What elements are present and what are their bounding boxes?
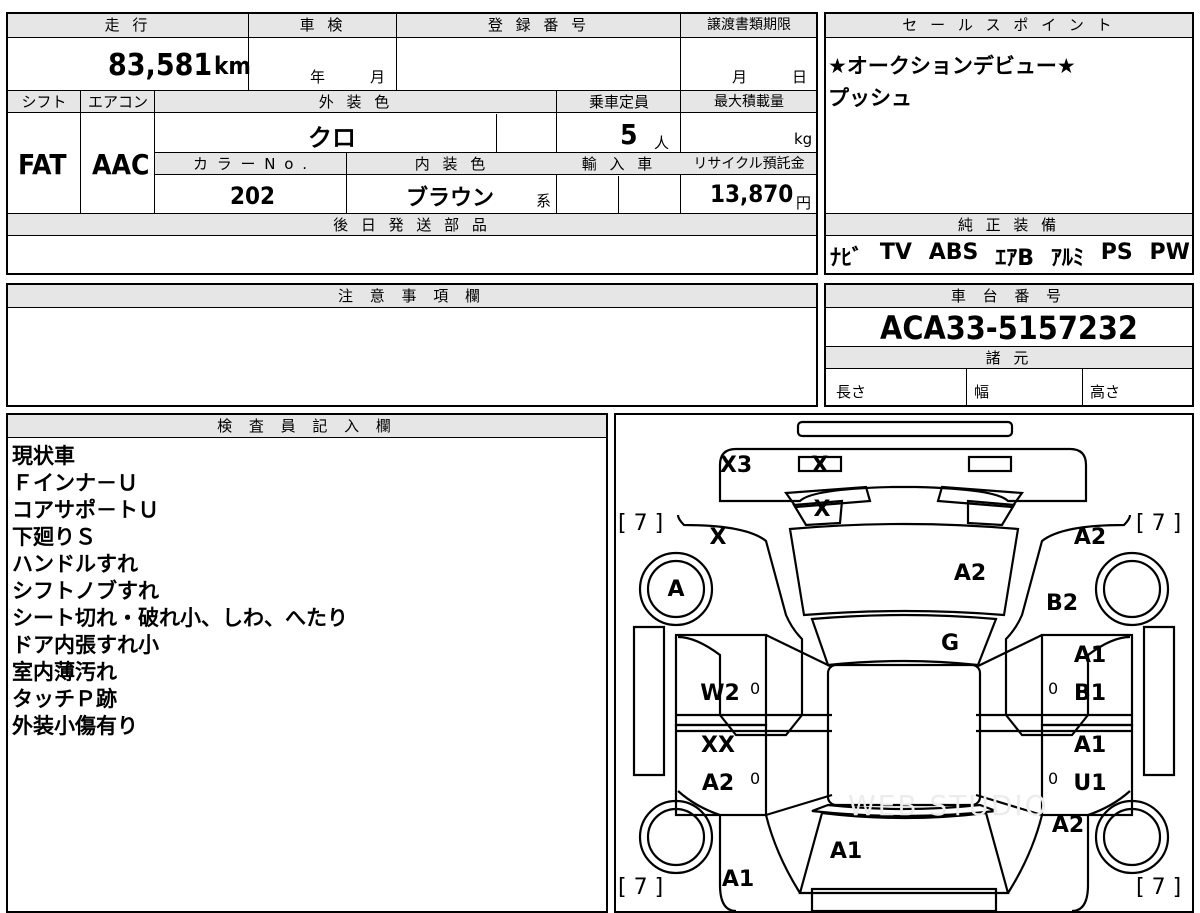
equipment-item-ps: PS [1100, 240, 1133, 265]
code-right-front-door-b: B1 [1073, 681, 1107, 706]
equipment-item-airbag: ｴｱB [995, 246, 1035, 271]
chassis-label: 車 台 番 号 [826, 285, 1192, 308]
code-grille: X [811, 453, 829, 478]
inspection-year-unit: 年 [310, 68, 326, 86]
tire-mark-rear-right: [ 7 ] [1136, 875, 1182, 900]
code-left-rear-door-b: A2 [701, 771, 735, 796]
code-right-front-door-a: A1 [1073, 643, 1107, 668]
door-mark: 0 [1048, 679, 1059, 698]
chassis-box: 車 台 番 号 ACA33-5157232 諸 元 長さ 幅 高さ [824, 283, 1194, 407]
inspector-notes-list: 現状車 Ｆインナ－Ｕ コアサポ－トＵ 下廻りＳ ハンドルすれ シフトノブすれ シ… [12, 443, 348, 740]
notes-box: 注 意 事 項 欄 [6, 283, 818, 407]
inspector-note: コアサポ－トＵ [12, 498, 159, 522]
sales-point-line2: プッシュ [828, 86, 912, 110]
inspector-note: 外装小傷有り [12, 714, 138, 738]
color-no-value: 202 [230, 182, 276, 210]
registration-label: 登 録 番 号 [487, 16, 591, 34]
inspector-note: タッチＰ跡 [12, 687, 117, 711]
code-right-rear-door-b: U1 [1073, 771, 1107, 796]
inspector-note: ハンドルすれ [12, 552, 138, 576]
inspector-note: シート切れ・破れ小、しわ、へたり [12, 606, 348, 630]
watermark: WEB STUDIO [848, 789, 1049, 822]
ac-value: AAC [92, 148, 150, 181]
code-front-right-fender: A2 [1073, 525, 1107, 550]
notes-label: 注 意 事 項 欄 [8, 285, 816, 308]
door-mark: 0 [1048, 769, 1059, 788]
max-load-unit: kg [794, 130, 813, 148]
later-parts-label: 後 日 発 送 部 品 [333, 216, 491, 234]
capacity-unit: 人 [654, 134, 670, 152]
capacity-label: 乗車定員 [588, 93, 649, 111]
equipment-list: ﾅﾋﾞ TV ABS ｴｱB ｱﾙﾐ PS PW [830, 240, 1190, 272]
max-load-label: 最大積載量 [714, 94, 784, 110]
code-left-rear-door-a: XX [701, 733, 735, 758]
capacity-value: 5 [620, 118, 638, 151]
sales-point-line1: ★オークションデビュー★ [828, 54, 1076, 78]
inspector-box: 検 査 員 記 入 欄 現状車 Ｆインナ－Ｕ コアサポ－トＵ 下廻りＳ ハンドル… [6, 413, 608, 913]
inspector-label: 検 査 員 記 入 欄 [8, 415, 606, 438]
door-mark: 0 [750, 679, 761, 698]
sales-point-label: セ ー ル ス ポ イ ン ト [902, 16, 1116, 34]
equipment-item-navi: ﾅﾋﾞ [830, 246, 864, 271]
code-front-bumper: X3 [719, 453, 753, 478]
length-label: 長さ [836, 383, 867, 401]
equipment-item-tv: TV [879, 240, 912, 265]
chassis-number: ACA33-5157232 [880, 309, 1138, 347]
car-damage-diagram: [ 7 ] [ 7 ] [ 7 ] [ 7 ] 0 0 0 0 X3 X X X… [614, 413, 1194, 913]
recycle-unit: 円 [796, 194, 812, 212]
inspector-note: Ｆインナ－Ｕ [12, 471, 138, 495]
code-front-left-wheel: A [667, 577, 685, 602]
door-mark: 0 [750, 769, 761, 788]
equipment-item-abs: ABS [928, 240, 979, 265]
exterior-color-label: 外 装 色 [318, 93, 394, 111]
inspection-month-unit: 月 [370, 68, 386, 86]
code-rear-bumper-left: A1 [721, 867, 755, 892]
code-windshield: G [940, 631, 960, 656]
shift-label: シフト [21, 93, 67, 111]
transfer-deadline-label: 譲渡書類期限 [707, 17, 791, 33]
shift-value: FAT [18, 148, 67, 181]
inspector-note: ドア内張すれ小 [12, 633, 159, 657]
code-front-right-area: B2 [1045, 591, 1079, 616]
code-hood: A2 [953, 561, 987, 586]
transfer-month-unit: 月 [732, 68, 748, 86]
code-right-rear-door-a: A1 [1073, 733, 1107, 758]
width-label: 幅 [974, 383, 990, 401]
inspector-note: 下廻りＳ [12, 525, 96, 549]
height-label: 高さ [1090, 383, 1121, 401]
code-hood-emblem: X [813, 497, 831, 522]
import-label: 輸 入 車 [581, 155, 657, 173]
equipment-label: 純 正 装 備 [957, 216, 1061, 234]
inspector-note: 現状車 [12, 444, 75, 468]
inspection-label: 車 検 [299, 16, 347, 34]
transfer-day-unit: 日 [792, 68, 808, 86]
tire-mark-rear-left: [ 7 ] [618, 875, 664, 900]
mileage-value: 83,581 [108, 48, 213, 83]
recycle-label: リサイクル預託金 [693, 156, 805, 172]
exterior-color-value: クロ [308, 124, 356, 152]
inspector-note: 室内薄汚れ [12, 660, 117, 684]
mileage-unit: km [214, 52, 251, 80]
sales-point-box: セ ー ル ス ポ イ ン ト ★オークションデビュー★ プッシュ 純 正 装 … [824, 12, 1194, 275]
color-no-label: カ ラ ー N o . [192, 155, 309, 173]
specs-label: 諸 元 [985, 349, 1033, 367]
interior-color-value: ブラウン [406, 186, 495, 211]
code-front-left-fender: X [709, 525, 727, 550]
tire-mark-front-right: [ 7 ] [1136, 511, 1182, 536]
interior-color-label: 内 装 色 [414, 155, 490, 173]
equipment-item-alloy: ｱﾙﾐ [1050, 246, 1084, 271]
inspector-note: シフトノブすれ [12, 579, 159, 603]
vehicle-info-grid: 走 行 車 検 登 録 番 号 譲渡書類期限 83,581 km 年 月 月 日… [6, 12, 818, 275]
ac-label: エアコン [87, 93, 148, 111]
interior-color-suffix: 系 [536, 192, 552, 210]
recycle-value: 13,870 [710, 180, 794, 208]
code-left-front-door: W2 [700, 681, 740, 706]
mileage-label: 走 行 [104, 16, 152, 34]
code-trunk: A1 [829, 839, 863, 864]
equipment-item-pw: PW [1149, 240, 1190, 265]
tire-mark-front-left: [ 7 ] [618, 511, 664, 536]
